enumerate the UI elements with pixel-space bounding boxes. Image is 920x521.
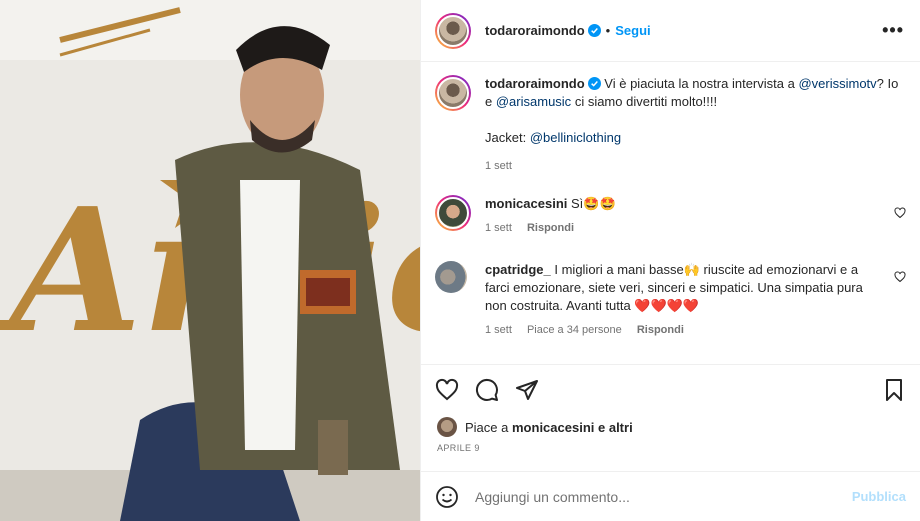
caption-author[interactable]: todaroraimondo — [485, 76, 585, 91]
caption-time[interactable]: 1 sett — [485, 160, 512, 172]
reply-button[interactable]: Rispondi — [637, 324, 684, 336]
likes-suffix[interactable]: e altri — [598, 420, 633, 435]
author-username[interactable]: todaroraimondo — [485, 23, 585, 38]
publish-button[interactable]: Pubblica — [852, 489, 906, 504]
follow-button[interactable]: Segui — [615, 23, 650, 38]
comment-author[interactable]: monicacesini — [485, 196, 567, 211]
post-modal: Amici todaroraimondo • S — [0, 0, 920, 521]
commenter-avatar[interactable] — [435, 195, 471, 231]
author-avatar[interactable] — [435, 12, 471, 49]
emoji-icon[interactable] — [435, 485, 459, 509]
comment-like-heart-icon[interactable] — [894, 271, 906, 283]
commenter-avatar[interactable] — [435, 261, 467, 293]
more-icon[interactable]: ••• — [882, 20, 904, 41]
share-icon[interactable] — [515, 378, 539, 402]
add-comment-bar: Pubblica — [421, 471, 920, 521]
action-bar: Piace a monicacesini e altri APRILE 9 — [421, 364, 920, 453]
comment-item: cpatridge_ I migliori a mani basse🙌 rius… — [435, 261, 906, 339]
verified-icon — [587, 24, 601, 37]
post-photo[interactable]: Amici — [0, 0, 420, 521]
liker-avatar — [437, 417, 457, 437]
post-date[interactable]: APRILE 9 — [421, 443, 920, 453]
comment-item: monicacesini Sì🤩🤩 1 sett Rispondi — [435, 195, 906, 237]
mention-arisamusic[interactable]: @arisamusic — [496, 94, 571, 109]
comment-likes[interactable]: Piace a 34 persone — [527, 324, 622, 336]
post-side-panel: todaroraimondo • Segui ••• todaroraimond… — [420, 0, 920, 521]
caption: todaroraimondo Vi è piaciuta la nostra i… — [435, 75, 906, 175]
comment-time[interactable]: 1 sett — [485, 324, 512, 336]
post-header: todaroraimondo • Segui ••• — [421, 0, 920, 62]
bookmark-icon[interactable] — [882, 378, 906, 402]
likes-user[interactable]: monicacesini — [512, 420, 594, 435]
reply-button[interactable]: Rispondi — [527, 222, 574, 234]
heart-icon[interactable] — [435, 378, 459, 402]
caption-avatar[interactable] — [435, 75, 471, 111]
comment-like-heart-icon[interactable] — [894, 207, 906, 219]
comment-text: Sì🤩🤩 — [571, 196, 616, 211]
comment-time[interactable]: 1 sett — [485, 222, 512, 234]
mention-belliniclothing[interactable]: @belliniclothing — [530, 130, 621, 145]
photo-illustration: Amici — [0, 0, 420, 521]
add-comment-input[interactable] — [475, 488, 852, 505]
caption-text-1: Vi è piaciuta la nostra intervista a — [604, 76, 795, 91]
likes-summary[interactable]: Piace a monicacesini e altri — [421, 415, 920, 439]
mention-verissimotv[interactable]: @verissimotv — [798, 76, 876, 91]
comment-author[interactable]: cpatridge_ — [485, 262, 551, 277]
verified-icon — [587, 77, 601, 90]
comments-list[interactable]: todaroraimondo Vi è piaciuta la nostra i… — [421, 63, 920, 363]
likes-prefix: Piace a — [465, 419, 509, 435]
separator-dot: • — [605, 23, 611, 38]
jacket-label: Jacket: — [485, 130, 527, 145]
caption-text-3: ci siamo divertiti molto!!!! — [574, 94, 718, 109]
comment-icon[interactable] — [475, 378, 499, 402]
